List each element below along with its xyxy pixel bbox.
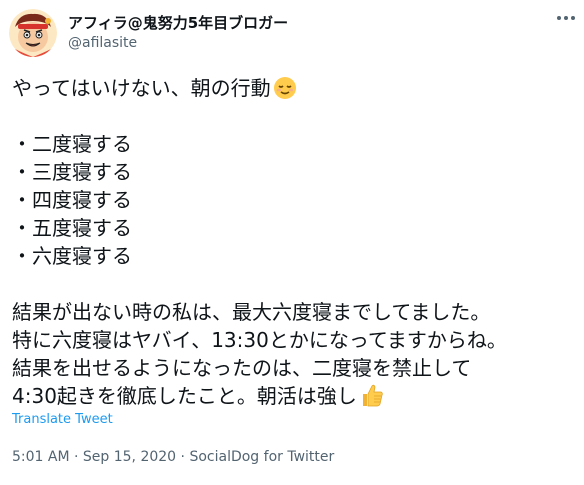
tweet-meta: 5:01 AM · Sep 15, 2020 · SocialDog for T… [12, 449, 334, 465]
tweet-line: 結果が出ない時の私は、最大六度寝までしてました。 [12, 300, 491, 324]
tweet-line: 4:30起きを徹底したこと。朝活は強し [12, 382, 582, 410]
tweet-line: やってはいけない、朝の行動 [12, 74, 582, 102]
translate-tweet-link[interactable]: Translate Tweet [12, 412, 113, 427]
tweet-line: ・四度寝する [12, 188, 132, 212]
relieved-face-emoji-icon [273, 76, 297, 107]
tweet-card: アフィラ@鬼努力5年目ブロガー @afilasite やってはいけない、朝の行動… [0, 0, 584, 485]
tweet-text: やってはいけない、朝の行動 ・二度寝する ・三度寝する ・四度寝する ・五度寝す… [12, 74, 582, 410]
tweet-line: 特に六度寝はヤバイ、13:30とかになってますからね。 [12, 328, 507, 352]
author-handle[interactable]: @afilasite [68, 35, 137, 51]
author-display-name[interactable]: アフィラ@鬼努力5年目ブロガー [68, 12, 288, 33]
tweet-date[interactable]: Sep 15, 2020 [83, 449, 176, 465]
tweet-time[interactable]: 5:01 AM [12, 449, 70, 465]
tweet-line: ・二度寝する [12, 132, 132, 156]
tweet-line: ・五度寝する [12, 216, 132, 240]
meta-separator: · [176, 449, 190, 465]
tweet-line: 結果を出せるようになったのは、二度寝を禁止して [12, 356, 472, 380]
tweet-line: ・六度寝する [12, 244, 132, 268]
avatar-illustration [9, 9, 57, 57]
tweet-source[interactable]: SocialDog for Twitter [189, 449, 334, 465]
thumbs-up-emoji-icon [359, 382, 385, 415]
divider [0, 439, 584, 440]
tweet-line-text: 4:30起きを徹底したこと。朝活は強し [12, 384, 357, 408]
meta-separator: · [69, 449, 83, 465]
tweet-line: ・三度寝する [12, 160, 132, 184]
more-options-icon[interactable] [555, 10, 577, 26]
author-avatar[interactable] [9, 9, 57, 57]
tweet-line-text: やってはいけない、朝の行動 [12, 76, 271, 100]
